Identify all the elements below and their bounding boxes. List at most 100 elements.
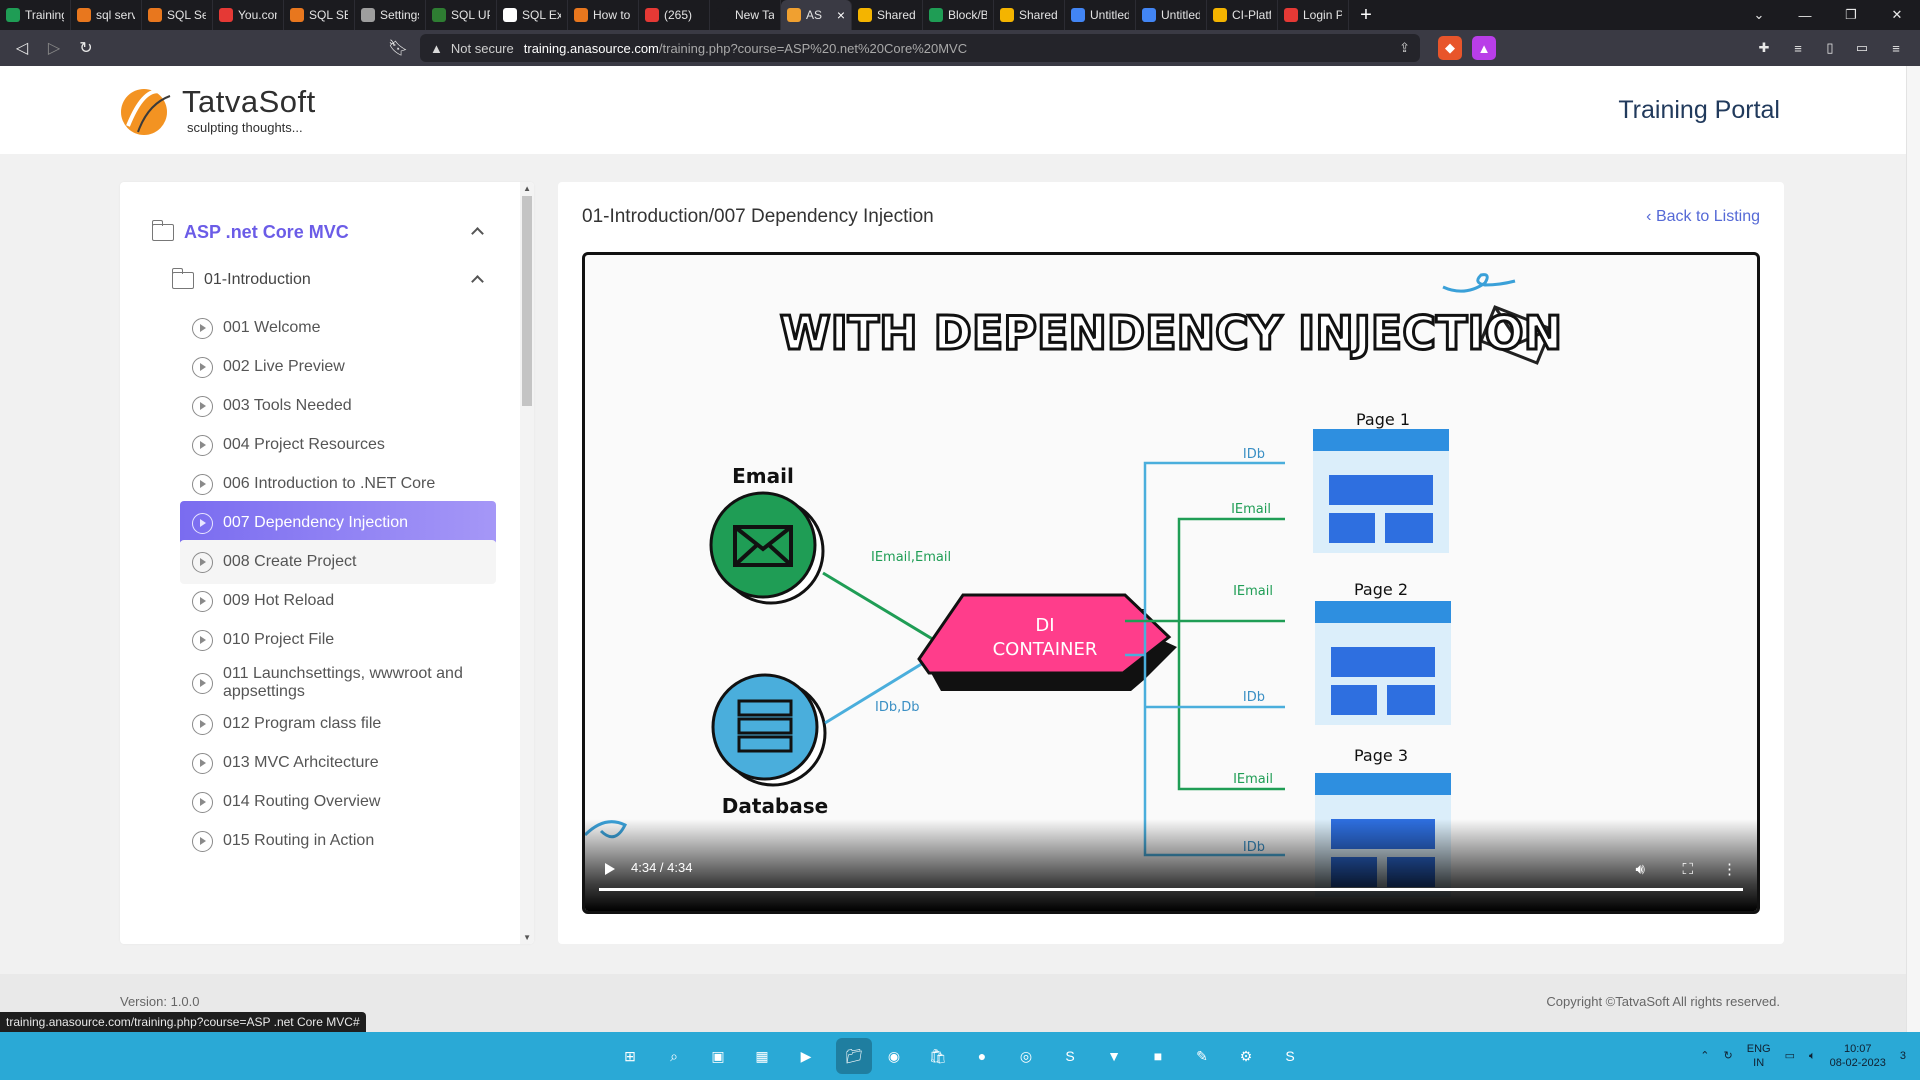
folder-icon bbox=[151, 219, 174, 241]
browser-tab[interactable]: Shared w bbox=[852, 0, 923, 30]
lesson-item[interactable]: 009 Hot Reload bbox=[180, 579, 496, 623]
scroll-down-arrow-icon[interactable]: ▼ bbox=[523, 933, 531, 942]
scroll-up-arrow-icon[interactable]: ▲ bbox=[523, 184, 531, 193]
play-icon[interactable] bbox=[605, 863, 615, 875]
browser-tab[interactable]: SQL UPD. bbox=[426, 0, 497, 30]
firefox-icon[interactable]: ● bbox=[968, 1042, 996, 1070]
show-hidden-icons-chevron-icon[interactable]: ⌃ bbox=[1700, 1049, 1709, 1063]
course-header[interactable]: ASP .net Core MVC bbox=[151, 214, 492, 250]
video-progress-bar[interactable] bbox=[599, 888, 1743, 891]
new-tab-button[interactable]: + bbox=[1349, 4, 1383, 27]
video-player[interactable]: WITH DEPENDENCY INJECTION Email Database… bbox=[582, 252, 1760, 914]
browser-tab[interactable]: Training P bbox=[0, 0, 71, 30]
lesson-item[interactable]: 006 Introduction to .NET Core bbox=[180, 462, 496, 506]
brave-shields-icon[interactable]: ◆ bbox=[1438, 36, 1462, 60]
close-window-button[interactable]: ✕ bbox=[1874, 0, 1920, 30]
sidebar-toggle-icon[interactable]: ▯ bbox=[1818, 36, 1842, 60]
tab-title: SQL Serve bbox=[167, 8, 206, 22]
section-header[interactable]: 01-Introduction bbox=[171, 262, 492, 298]
reload-icon[interactable]: ↻ bbox=[70, 32, 102, 64]
skype-icon[interactable]: S bbox=[1276, 1042, 1304, 1070]
restore-button[interactable]: ❐ bbox=[1828, 0, 1874, 30]
chrome-icon[interactable]: ◎ bbox=[1012, 1042, 1040, 1070]
chevron-up-icon[interactable] bbox=[471, 227, 484, 240]
volume-icon[interactable]: 🔊︎ bbox=[1636, 861, 1645, 878]
lesson-label: 008 Create Project bbox=[223, 553, 357, 570]
tab-close-icon[interactable]: × bbox=[837, 7, 845, 23]
wallet-icon[interactable]: ▭ bbox=[1850, 36, 1874, 60]
search-icon[interactable]: ⌕ bbox=[660, 1042, 688, 1070]
lesson-item[interactable]: 010 Project File bbox=[180, 618, 496, 662]
browser-tab[interactable]: (265) bbox=[639, 0, 710, 30]
lesson-item[interactable]: 003 Tools Needed bbox=[180, 384, 496, 428]
browser-tab[interactable]: Shared w bbox=[994, 0, 1065, 30]
teams-chat-icon[interactable]: ▶ bbox=[792, 1042, 820, 1070]
office-app-icon[interactable]: ■ bbox=[1144, 1042, 1172, 1070]
browser-tab[interactable]: Settings bbox=[355, 0, 426, 30]
share-icon[interactable]: ⇪ bbox=[1399, 40, 1410, 56]
browser-tab[interactable]: SQL SERV bbox=[284, 0, 355, 30]
task-view-icon[interactable]: ▣ bbox=[704, 1042, 732, 1070]
lesson-item[interactable]: 004 Project Resources bbox=[180, 423, 496, 467]
bookmark-icon[interactable]: 🔖︎ bbox=[382, 32, 414, 64]
settings-gear-icon[interactable]: ⚙ bbox=[1232, 1042, 1260, 1070]
back-to-listing-link[interactable]: ‹ Back to Listing bbox=[1646, 208, 1760, 226]
browser-tab[interactable]: Untitled bbox=[1065, 0, 1136, 30]
playlist-icon[interactable]: ≡ bbox=[1786, 36, 1810, 60]
start-icon[interactable]: ⊞ bbox=[616, 1042, 644, 1070]
chevron-up-icon[interactable] bbox=[471, 275, 484, 288]
lesson-item[interactable]: 012 Program class file bbox=[180, 702, 496, 746]
minimize-button[interactable]: — bbox=[1782, 0, 1828, 30]
sidebar-scroll-thumb[interactable] bbox=[522, 196, 532, 406]
brave-rewards-icon[interactable]: ▲ bbox=[1472, 36, 1496, 60]
sidebar-scrollbar[interactable]: ▲ ▼ bbox=[520, 182, 534, 944]
language-indicator[interactable]: ENG IN bbox=[1747, 1042, 1771, 1070]
paint-icon[interactable]: ✎ bbox=[1188, 1042, 1216, 1070]
tab-search-chevron-icon[interactable]: ⌄ bbox=[1736, 0, 1782, 30]
extensions-icon[interactable]: ✚ bbox=[1752, 36, 1776, 60]
browser-tab[interactable]: SQL Exerc bbox=[497, 0, 568, 30]
network-sync-icon[interactable]: ↻ bbox=[1724, 1049, 1733, 1063]
brave-icon[interactable]: ▼ bbox=[1100, 1042, 1128, 1070]
more-options-icon[interactable]: ⋮ bbox=[1722, 860, 1737, 878]
lesson-item[interactable]: 001 Welcome bbox=[180, 306, 496, 350]
menu-icon[interactable]: ≡ bbox=[1884, 36, 1908, 60]
fullscreen-icon[interactable]: ⛶ bbox=[1682, 861, 1693, 878]
forward-icon[interactable]: ▷ bbox=[38, 32, 70, 64]
clock[interactable]: 10:07 08-02-2023 bbox=[1830, 1042, 1886, 1070]
di-container-label-1: DI bbox=[1035, 615, 1054, 636]
browser-tab[interactable]: Block/Bla bbox=[923, 0, 994, 30]
widgets-icon[interactable]: ▦ bbox=[748, 1042, 776, 1070]
lesson-item[interactable]: 008 Create Project bbox=[180, 540, 496, 584]
browser-tab[interactable]: CI-Platfo bbox=[1207, 0, 1278, 30]
browser-tab[interactable]: AS × bbox=[781, 0, 852, 30]
page-scrollbar[interactable] bbox=[1906, 66, 1920, 1032]
speaker-icon[interactable]: 🔈︎ bbox=[1809, 1049, 1816, 1063]
display-icon[interactable]: ▭ bbox=[1785, 1049, 1795, 1063]
browser-tab[interactable]: You.com bbox=[213, 0, 284, 30]
lesson-item[interactable]: 013 MVC Arhcitecture bbox=[180, 741, 496, 785]
lesson-item[interactable]: 011 Launchsettings, wwwroot and appsetti… bbox=[180, 661, 496, 705]
notification-count[interactable]: 3 bbox=[1900, 1049, 1906, 1063]
browser-tab[interactable]: sql server bbox=[71, 0, 142, 30]
tab-title: Settings bbox=[380, 8, 419, 22]
skype-dark-icon[interactable]: S bbox=[1056, 1042, 1084, 1070]
browser-tab[interactable]: How to u bbox=[568, 0, 639, 30]
edge-icon[interactable]: ◉ bbox=[880, 1042, 908, 1070]
lesson-item[interactable]: 002 Live Preview bbox=[180, 345, 496, 389]
browser-tab[interactable]: Untitled bbox=[1136, 0, 1207, 30]
lesson-item[interactable]: 007 Dependency Injection bbox=[180, 501, 496, 545]
browser-tab[interactable]: New Tab bbox=[710, 0, 781, 30]
lesson-item[interactable]: 015 Routing in Action bbox=[180, 819, 496, 863]
store-icon[interactable]: 🛍︎ bbox=[924, 1042, 952, 1070]
back-icon[interactable]: ◁ bbox=[6, 32, 38, 64]
tatvasoft-logo-icon[interactable] bbox=[118, 82, 174, 138]
version-label: Version: 1.0.0 bbox=[120, 994, 200, 1009]
browser-tab[interactable]: SQL Serve bbox=[142, 0, 213, 30]
play-circle-icon bbox=[192, 473, 213, 495]
lesson-item[interactable]: 014 Routing Overview bbox=[180, 780, 496, 824]
database-coin-icon bbox=[711, 673, 827, 787]
browser-tab[interactable]: Login Pa bbox=[1278, 0, 1349, 30]
file-explorer-icon[interactable]: 📁︎ bbox=[836, 1038, 872, 1074]
url-bar[interactable]: ▲ Not secure training.anasource.com/trai… bbox=[420, 34, 1420, 62]
